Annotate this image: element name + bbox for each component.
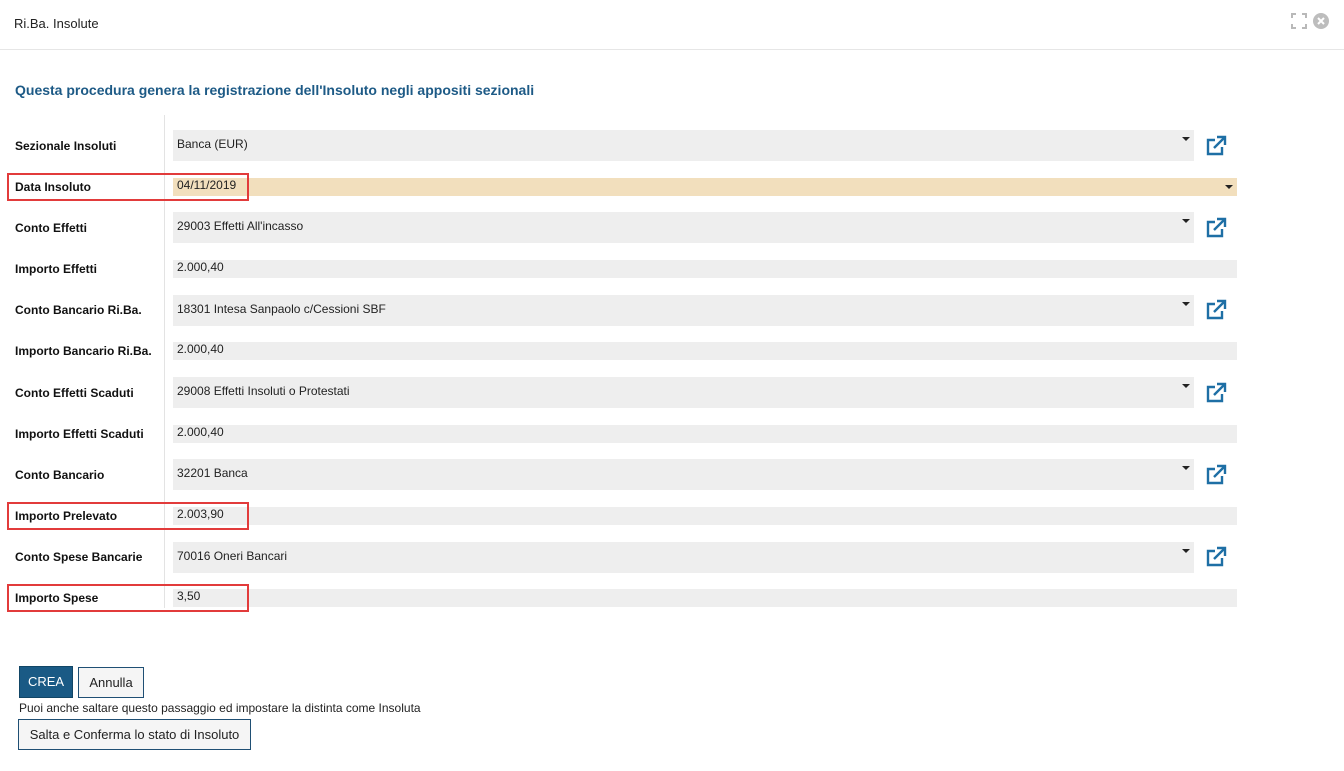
select-conto-bancario-riba[interactable]: 18301 Intesa Sanpaolo c/Cessioni SBF bbox=[173, 295, 1194, 326]
chevron-down-icon bbox=[1225, 185, 1233, 189]
external-link-icon[interactable] bbox=[1205, 382, 1227, 404]
window-titlebar: Ri.Ba. Insolute bbox=[0, 0, 1344, 50]
input-importo-spese-value: 3,50 bbox=[177, 589, 201, 603]
input-importo-prelevato-value: 2.003,90 bbox=[177, 507, 224, 521]
input-importo-bancario-riba-value: 2.000,40 bbox=[177, 342, 224, 356]
external-link-icon[interactable] bbox=[1205, 464, 1227, 486]
select-conto-effetti-scaduti-value: 29008 Effetti Insoluti o Protestati bbox=[177, 384, 350, 398]
label-sezionale-insoluti: Sezionale Insoluti bbox=[15, 139, 117, 153]
chevron-down-icon bbox=[1182, 137, 1190, 141]
chevron-down-icon bbox=[1182, 549, 1190, 553]
select-conto-bancario-riba-value: 18301 Intesa Sanpaolo c/Cessioni SBF bbox=[177, 302, 386, 316]
chevron-down-icon bbox=[1182, 466, 1190, 470]
expand-icon[interactable] bbox=[1291, 13, 1307, 34]
input-importo-prelevato[interactable]: 2.003,90 bbox=[173, 507, 1237, 525]
skip-note: Puoi anche saltare questo passaggio ed i… bbox=[19, 701, 421, 715]
input-importo-effetti-scaduti-value: 2.000,40 bbox=[177, 425, 224, 439]
intro-heading: Questa procedura genera la registrazione… bbox=[15, 82, 535, 98]
annulla-button[interactable]: Annulla bbox=[78, 667, 144, 698]
label-importo-effetti: Importo Effetti bbox=[15, 262, 97, 276]
external-link-icon[interactable] bbox=[1205, 546, 1227, 568]
select-conto-bancario[interactable]: 32201 Banca bbox=[173, 459, 1194, 490]
select-conto-bancario-value: 32201 Banca bbox=[177, 466, 248, 480]
input-importo-effetti-scaduti[interactable]: 2.000,40 bbox=[173, 425, 1237, 443]
label-data-insoluto: Data Insoluto bbox=[15, 180, 92, 194]
external-link-icon[interactable] bbox=[1205, 299, 1227, 321]
select-conto-effetti-value: 29003 Effetti All'incasso bbox=[177, 219, 304, 233]
date-field-data-insoluto-value: 04/11/2019 bbox=[177, 178, 237, 192]
crea-button[interactable]: CREA bbox=[19, 666, 73, 698]
select-conto-spese-bancarie[interactable]: 70016 Oneri Bancari bbox=[173, 542, 1194, 573]
label-conto-bancario-riba: Conto Bancario Ri.Ba. bbox=[15, 303, 142, 317]
form-divider bbox=[164, 115, 165, 608]
chevron-down-icon bbox=[1182, 219, 1190, 223]
close-circle-icon[interactable] bbox=[1313, 13, 1329, 34]
external-link-icon[interactable] bbox=[1205, 217, 1227, 239]
label-importo-effetti-scaduti: Importo Effetti Scaduti bbox=[15, 427, 144, 441]
select-sezionale-insoluti[interactable]: Banca (EUR) bbox=[173, 130, 1194, 161]
chevron-down-icon bbox=[1182, 302, 1190, 306]
external-link-icon[interactable] bbox=[1205, 135, 1227, 157]
input-importo-effetti-value: 2.000,40 bbox=[177, 260, 224, 274]
chevron-down-icon bbox=[1182, 384, 1190, 388]
input-importo-bancario-riba[interactable]: 2.000,40 bbox=[173, 342, 1237, 360]
label-conto-bancario: Conto Bancario bbox=[15, 468, 105, 482]
label-importo-spese: Importo Spese bbox=[15, 591, 99, 605]
date-field-data-insoluto[interactable]: 04/11/2019 bbox=[173, 178, 1237, 196]
label-conto-effetti-scaduti: Conto Effetti Scaduti bbox=[15, 386, 134, 400]
label-conto-spese-bancarie: Conto Spese Bancarie bbox=[15, 550, 143, 564]
window-title: Ri.Ba. Insolute bbox=[14, 16, 99, 31]
label-conto-effetti: Conto Effetti bbox=[15, 221, 87, 235]
label-importo-prelevato: Importo Prelevato bbox=[15, 509, 118, 523]
input-importo-effetti[interactable]: 2.000,40 bbox=[173, 260, 1237, 278]
select-conto-spese-bancarie-value: 70016 Oneri Bancari bbox=[177, 549, 288, 563]
input-importo-spese[interactable]: 3,50 bbox=[173, 589, 1237, 607]
skip-confirm-button[interactable]: Salta e Conferma lo stato di Insoluto bbox=[18, 719, 251, 750]
label-importo-bancario-riba: Importo Bancario Ri.Ba. bbox=[15, 344, 152, 358]
select-sezionale-insoluti-value: Banca (EUR) bbox=[177, 137, 248, 151]
select-conto-effetti[interactable]: 29003 Effetti All'incasso bbox=[173, 212, 1194, 243]
select-conto-effetti-scaduti[interactable]: 29008 Effetti Insoluti o Protestati bbox=[173, 377, 1194, 408]
